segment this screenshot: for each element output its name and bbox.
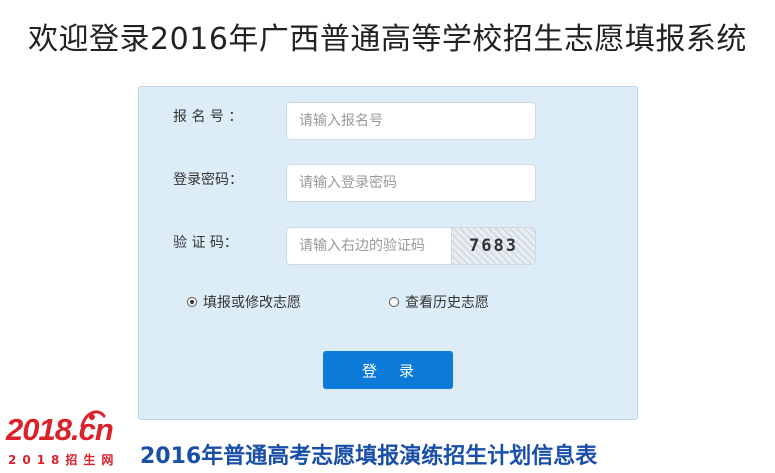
login-button[interactable]: 登录 <box>323 351 453 389</box>
captcha-image[interactable]: 7683 <box>452 227 536 265</box>
site-logo: 2018.cn 2018招生网 <box>6 410 156 472</box>
captcha-label: 验 证 码： <box>173 235 238 251</box>
logo-sub-text: 2018招生网 <box>8 453 120 467</box>
radio-button-icon[interactable] <box>187 297 197 307</box>
captcha-code: 7683 <box>469 236 518 256</box>
logo-main-text: 2018.cn <box>6 412 114 447</box>
password-input[interactable] <box>286 164 536 202</box>
password-label: 登录密码： <box>173 172 243 188</box>
radio-fill-or-modify-label: 填报或修改志愿 <box>203 295 301 311</box>
radio-button-icon[interactable] <box>389 297 399 307</box>
captcha-input[interactable] <box>286 227 452 265</box>
radio-view-history[interactable]: 查看历史志愿 <box>389 292 489 312</box>
login-panel: 报 名 号 ： 登录密码： 验 证 码： 7683 填报或修改志愿 查看历史志愿… <box>138 86 638 420</box>
registration-number-label: 报 名 号 ： <box>173 109 243 125</box>
enrollment-plan-link[interactable]: 2016年普通高考志愿填报演练招生计划信息表 <box>140 438 597 470</box>
registration-number-input[interactable] <box>286 102 536 140</box>
radio-fill-or-modify[interactable]: 填报或修改志愿 <box>187 292 301 312</box>
radio-view-history-label: 查看历史志愿 <box>405 295 489 311</box>
page-title: 欢迎登录2016年广西普通高等学校招生志愿填报系统 <box>28 22 747 57</box>
